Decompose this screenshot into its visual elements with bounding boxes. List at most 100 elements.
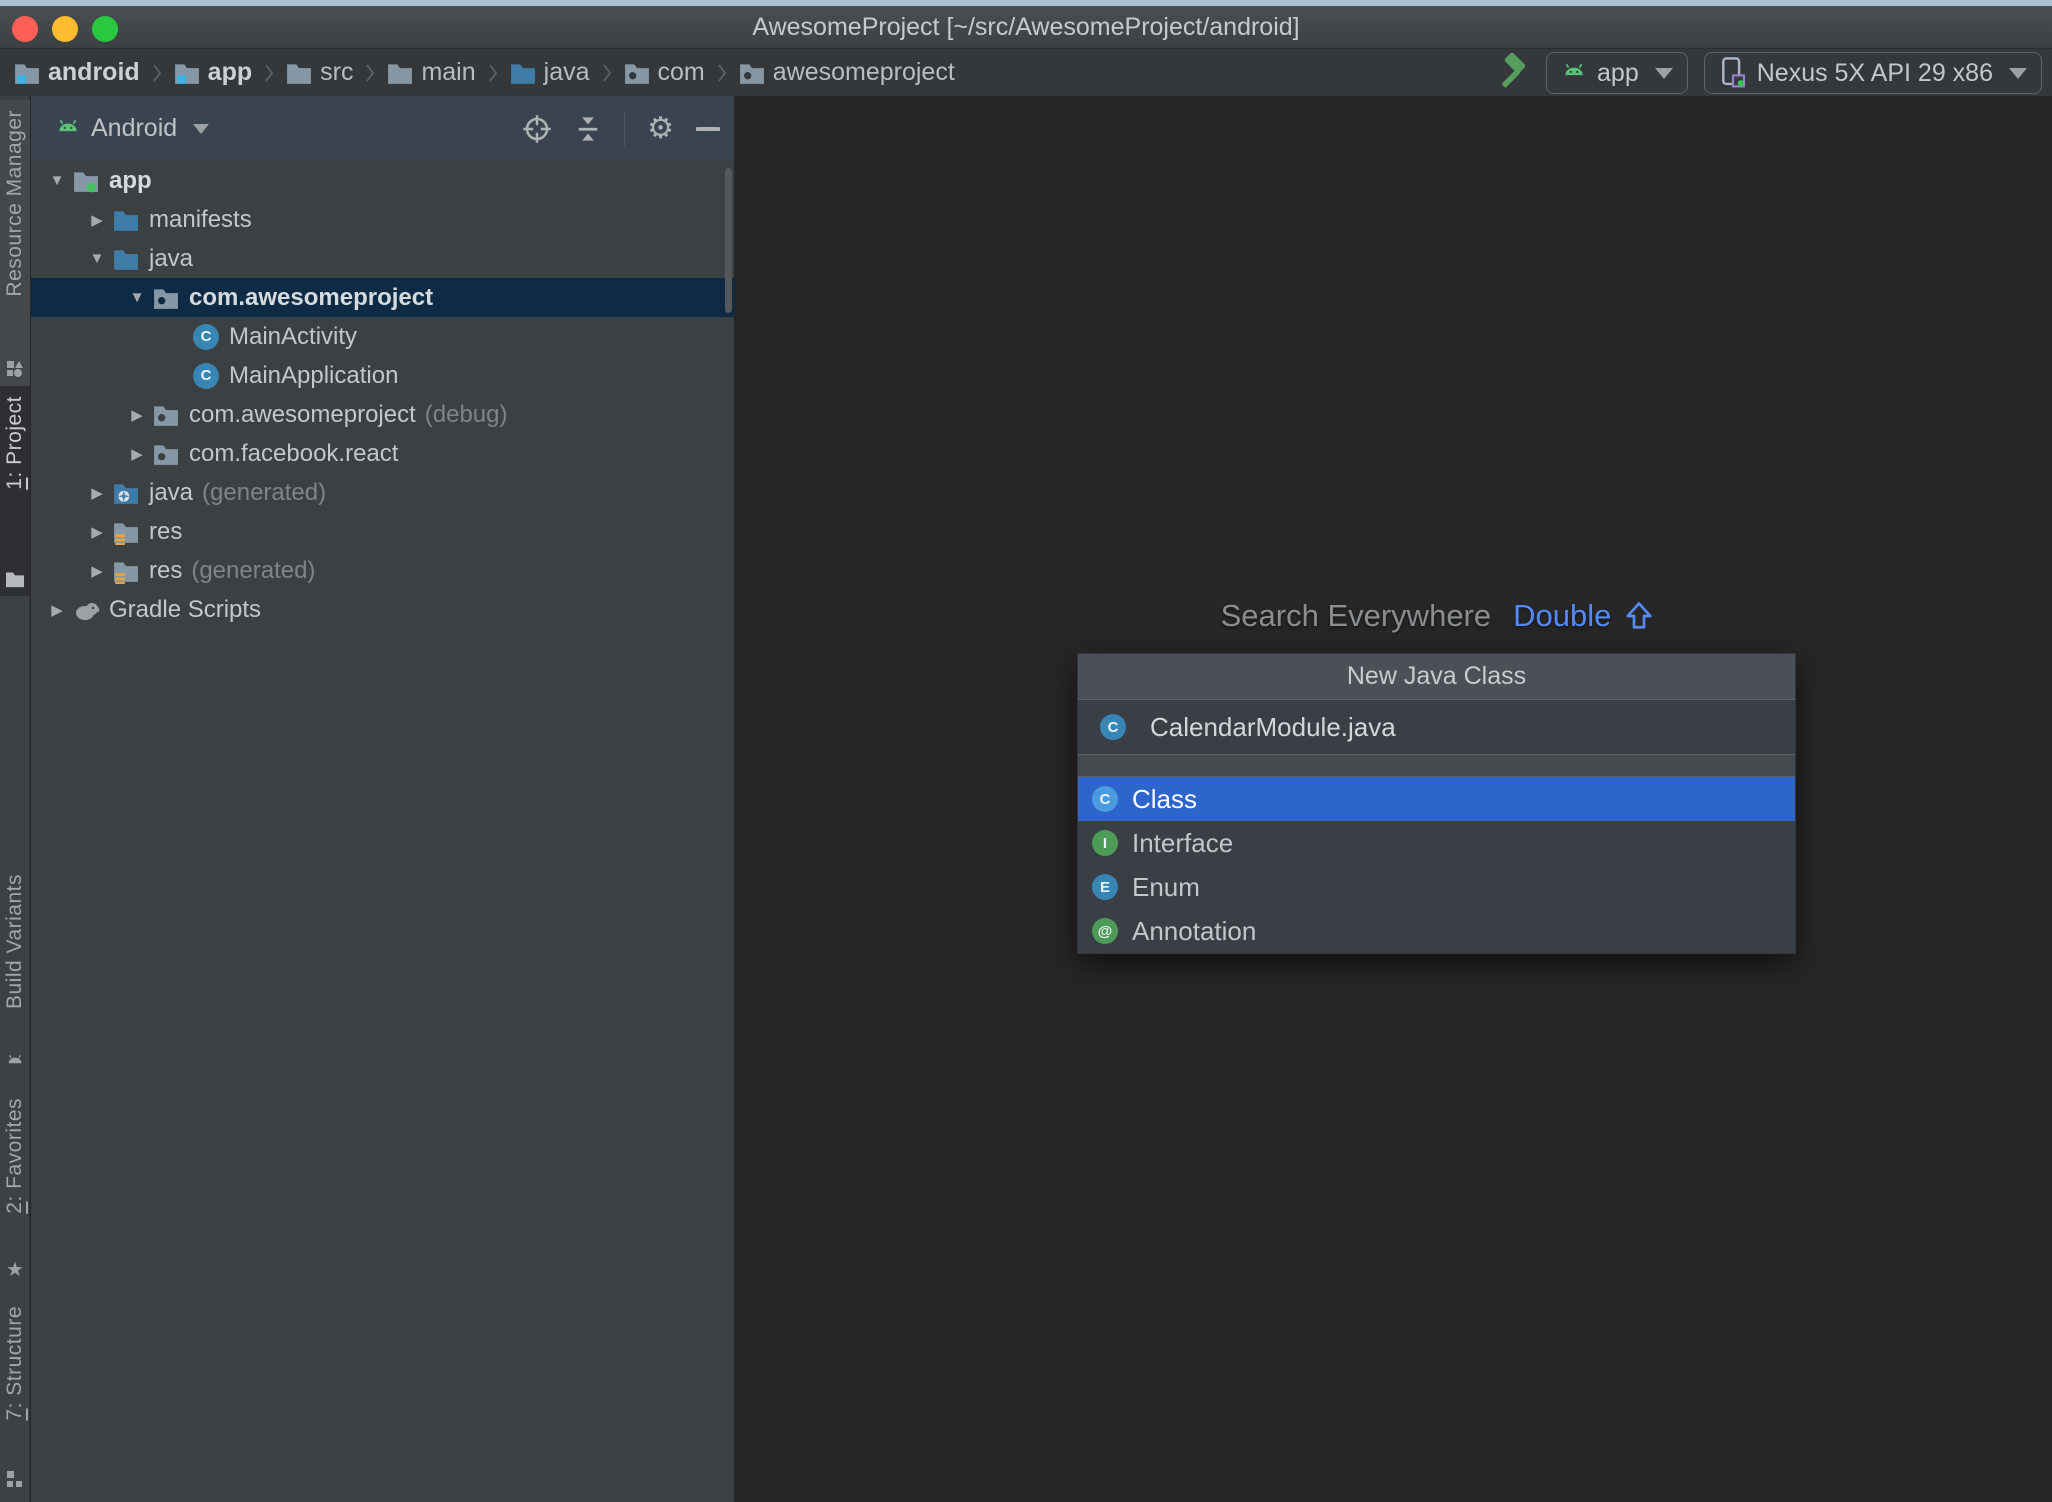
tool-window-build-variants[interactable]: Build Variants: [0, 864, 30, 1076]
hint-text: Search Everywhere: [1220, 598, 1492, 633]
chevron-right-icon: [602, 63, 612, 83]
chevron-right-icon: [152, 63, 162, 83]
tree-row-manifests[interactable]: ▶ manifests: [31, 200, 734, 239]
project-view-label: Android: [91, 114, 178, 142]
tool-window-structure[interactable]: 7: Structure: [0, 1296, 30, 1496]
tree-row-com-awesomeproject-debug[interactable]: ▶ com.awesomeproject (debug): [31, 395, 734, 434]
enum-icon: E: [1092, 874, 1118, 900]
class-name-input[interactable]: C CalendarModule.java: [1078, 700, 1795, 755]
android-head-icon: [8, 1054, 22, 1064]
zoom-button[interactable]: [92, 16, 118, 42]
structure-icon: [7, 1471, 22, 1487]
expand-triangle-icon[interactable]: ▶: [83, 523, 111, 541]
breadcrumb-android[interactable]: android: [14, 58, 140, 87]
class-icon: C: [191, 323, 221, 350]
expand-triangle-icon[interactable]: ▼: [83, 250, 111, 267]
close-button[interactable]: [12, 16, 38, 42]
star-icon: ★: [6, 1259, 24, 1281]
tree-row-res-generated[interactable]: ▶ res (generated): [31, 551, 734, 590]
search-everywhere-hint: Search Everywhere Double: [1077, 598, 1797, 634]
module-folder-icon: [174, 61, 200, 84]
android-icon: [1565, 63, 1583, 76]
generated-source-folder-icon: [111, 480, 141, 506]
shift-arrow-icon: [1626, 602, 1652, 629]
chevron-right-icon: [365, 63, 375, 83]
option-class[interactable]: C Class: [1078, 777, 1795, 821]
settings-gear-icon[interactable]: ⚙: [647, 113, 674, 144]
tree-row-java[interactable]: ▼ java: [31, 239, 734, 278]
class-icon: C: [1092, 786, 1118, 812]
expand-triangle-icon[interactable]: ▶: [83, 562, 111, 580]
gradle-icon: [71, 597, 101, 623]
tool-window-bar: Resource Manager 1: Project Build Varian…: [0, 96, 30, 1502]
hide-icon[interactable]: [696, 126, 720, 131]
tree-row-mainactivity[interactable]: C MainActivity: [31, 317, 734, 356]
project-folder-icon: [5, 570, 25, 588]
res-folder-icon: [111, 519, 141, 545]
breadcrumb-com[interactable]: com: [624, 58, 705, 87]
annotation-icon: @: [1092, 918, 1118, 944]
option-annotation[interactable]: @ Annotation: [1078, 909, 1795, 953]
expand-triangle-icon[interactable]: ▶: [83, 211, 111, 229]
shapes-icon: [7, 361, 23, 377]
expand-triangle-icon[interactable]: ▼: [123, 289, 151, 306]
hammer-icon[interactable]: [1490, 53, 1530, 93]
expand-triangle-icon[interactable]: ▶: [43, 601, 71, 619]
minimize-button[interactable]: [52, 16, 78, 42]
option-enum[interactable]: E Enum: [1078, 865, 1795, 909]
expand-triangle-icon[interactable]: ▶: [123, 445, 151, 463]
expand-triangle-icon[interactable]: ▶: [123, 406, 151, 424]
popup-title: New Java Class: [1078, 654, 1795, 700]
chevron-down-icon: [193, 123, 210, 134]
tree-row-app[interactable]: ▼ app: [31, 161, 734, 200]
class-icon: C: [191, 362, 221, 389]
android-icon: [59, 119, 77, 131]
folder-icon: [387, 61, 413, 85]
project-label: : Project: [3, 396, 26, 478]
locate-icon[interactable]: [522, 114, 552, 144]
structure-label: : Structure: [3, 1306, 26, 1409]
expand-triangle-icon[interactable]: ▶: [83, 484, 111, 502]
breadcrumb-app[interactable]: app: [174, 58, 252, 87]
breadcrumb-awesomeproject[interactable]: awesomeproject: [739, 58, 955, 87]
breadcrumb-java[interactable]: java: [510, 58, 590, 87]
folder-icon: [286, 61, 312, 85]
popup-separator: [1078, 755, 1795, 777]
device-label: Nexus 5X API 29 x86: [1756, 58, 1993, 87]
tree-row-gradle-scripts[interactable]: ▶ Gradle Scripts: [31, 590, 734, 629]
tree-row-com-awesomeproject[interactable]: ▼ com.awesomeproject: [31, 278, 734, 317]
project-panel-header: Android ⚙: [31, 96, 734, 161]
resource-manager-label: Resource Manager: [3, 110, 26, 297]
build-variants-label: Build Variants: [3, 874, 26, 1010]
tree-row-com-facebook-react[interactable]: ▶ com.facebook.react: [31, 434, 734, 473]
collapse-all-icon[interactable]: [574, 114, 602, 144]
interface-icon: I: [1092, 830, 1118, 856]
package-icon: [151, 285, 181, 311]
run-configuration-select[interactable]: app: [1546, 52, 1688, 94]
tree-scrollbar-thumb[interactable]: [725, 168, 732, 313]
favorites-label: : Favorites: [3, 1098, 26, 1202]
tool-window-favorites[interactable]: 2: Favorites ★: [0, 1088, 30, 1290]
breadcrumb-main[interactable]: main: [387, 58, 476, 87]
breadcrumb-src[interactable]: src: [286, 58, 353, 87]
divider: [624, 111, 626, 146]
module-folder-run-icon: [71, 168, 101, 194]
project-view-selector[interactable]: Android: [55, 114, 210, 143]
tree-row-java-generated[interactable]: ▶ java (generated): [31, 473, 734, 512]
expand-triangle-icon[interactable]: ▼: [43, 172, 71, 189]
device-select[interactable]: Nexus 5X API 29 x86: [1703, 52, 2042, 94]
class-name-value: CalendarModule.java: [1150, 711, 1396, 742]
source-folder-icon: [510, 61, 536, 85]
tool-window-project[interactable]: 1: Project: [0, 386, 30, 596]
title-bar[interactable]: AwesomeProject [~/src/AwesomeProject/and…: [0, 6, 2052, 48]
traffic-lights: [12, 16, 118, 42]
tree-row-res[interactable]: ▶ res: [31, 512, 734, 551]
tool-window-resource-manager[interactable]: Resource Manager: [0, 100, 30, 386]
package-icon: [151, 441, 181, 467]
new-java-class-popup: New Java Class C CalendarModule.java C C…: [1077, 653, 1796, 954]
tree-row-mainapplication[interactable]: C MainApplication: [31, 356, 734, 395]
virtual-device-icon: [1721, 57, 1745, 88]
android-studio-window: AwesomeProject [~/src/AwesomeProject/and…: [0, 0, 2052, 1502]
option-interface[interactable]: I Interface: [1078, 821, 1795, 865]
module-folder-icon: [14, 61, 40, 84]
